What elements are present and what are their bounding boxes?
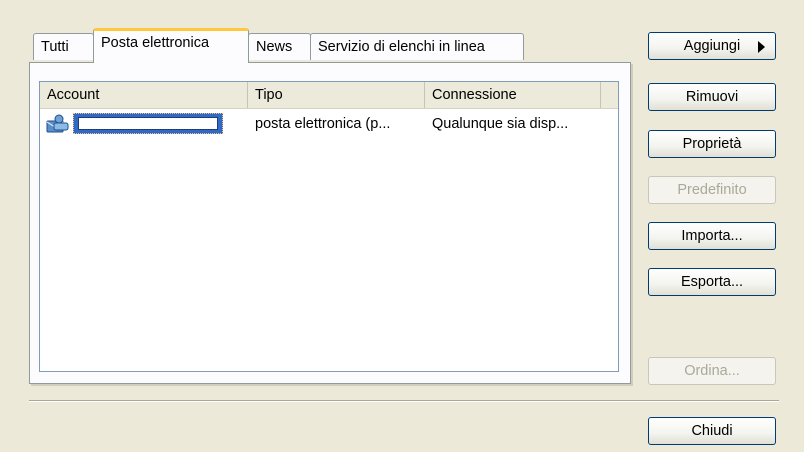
order-button[interactable]: Ordina... <box>648 357 776 385</box>
account-name-selected[interactable] <box>73 113 223 134</box>
import-button[interactable]: Importa... <box>648 222 776 250</box>
tab-news[interactable]: News <box>248 33 311 60</box>
add-button-label: Aggiungi <box>683 38 741 54</box>
export-button-label: Esporta... <box>680 274 744 290</box>
list-item[interactable]: posta elettronica (p... Qualunque sia di… <box>40 112 618 136</box>
column-header-connection[interactable]: Connessione <box>425 82 601 108</box>
column-header-type[interactable]: Tipo <box>248 82 425 108</box>
accounts-listview[interactable]: Account Tipo Connessione posta elettroni… <box>39 81 619 372</box>
tab-email[interactable]: Posta elettronica <box>93 28 249 64</box>
tab-all[interactable]: Tutti <box>33 33 94 60</box>
tab-directory-service-label: Servizio di elenchi in linea <box>318 39 485 55</box>
properties-button[interactable]: Proprietà <box>648 130 776 158</box>
tab-news-label: News <box>256 39 293 55</box>
account-cell[interactable] <box>40 112 248 136</box>
type-cell: posta elettronica (p... <box>248 112 425 136</box>
separator <box>29 400 779 402</box>
tab-all-label: Tutti <box>41 39 69 55</box>
tab-directory-service[interactable]: Servizio di elenchi in linea <box>310 33 524 60</box>
submenu-arrow-icon <box>758 41 765 53</box>
remove-button-label: Rimuovi <box>685 89 739 105</box>
column-header-account[interactable]: Account <box>40 82 248 108</box>
account-name-edit[interactable] <box>78 117 218 130</box>
set-default-button-label: Predefinito <box>677 182 747 198</box>
column-header-connection-label: Connessione <box>432 87 517 103</box>
properties-button-label: Proprietà <box>682 136 742 152</box>
list-header: Account Tipo Connessione <box>40 82 618 109</box>
type-cell-text: posta elettronica (p... <box>255 116 391 132</box>
remove-button[interactable]: Rimuovi <box>648 83 776 111</box>
add-button[interactable]: Aggiungi <box>648 32 776 60</box>
connection-cell-text: Qualunque sia disp... <box>432 116 569 132</box>
close-button-label: Chiudi <box>691 423 733 439</box>
account-dialog: Tutti Posta elettronica News Servizio di… <box>0 0 804 452</box>
mail-account-icon <box>46 114 69 133</box>
tab-panel: Account Tipo Connessione posta elettroni… <box>29 62 631 384</box>
close-button[interactable]: Chiudi <box>648 417 776 445</box>
order-button-label: Ordina... <box>684 363 740 379</box>
column-header-type-label: Tipo <box>255 87 283 103</box>
import-button-label: Importa... <box>681 228 743 244</box>
column-header-account-label: Account <box>47 87 100 103</box>
tab-email-label: Posta elettronica <box>101 35 210 51</box>
set-default-button[interactable]: Predefinito <box>648 176 776 204</box>
connection-cell: Qualunque sia disp... <box>425 112 601 136</box>
export-button[interactable]: Esporta... <box>648 268 776 296</box>
